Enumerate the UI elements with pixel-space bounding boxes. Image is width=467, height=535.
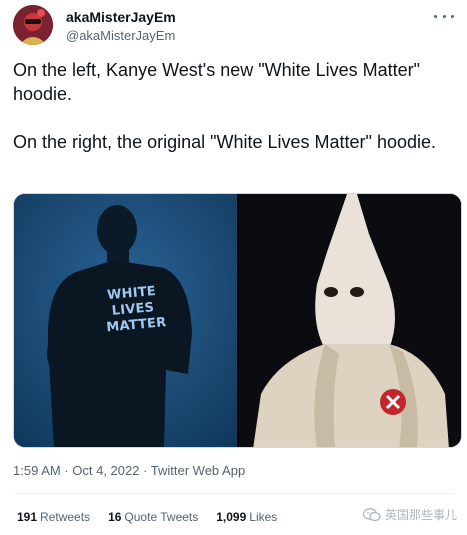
likes-label: Likes <box>249 510 278 524</box>
display-name[interactable]: akaMisterJayEm <box>66 8 176 26</box>
tweet-paragraph: On the right, the original "White Lives … <box>13 132 436 152</box>
more-options-icon[interactable] <box>434 11 454 21</box>
quote-tweets-count: 16 <box>108 510 122 524</box>
media-image-right[interactable] <box>239 194 461 447</box>
watermark: 英国那些事儿 <box>362 506 457 523</box>
avatar[interactable] <box>13 5 53 45</box>
watermark-text: 英国那些事儿 <box>384 508 457 522</box>
quote-tweets-stat[interactable]: 16 Quote Tweets <box>108 509 198 525</box>
tweet-paragraph: On the left, Kanye West's new "White Liv… <box>13 60 421 104</box>
avatar-image <box>13 5 53 45</box>
quote-tweets-label: Quote Tweets <box>124 510 199 524</box>
robe-photo-icon <box>239 194 461 447</box>
likes-stat[interactable]: 1,099 Likes <box>216 509 277 525</box>
divider <box>13 493 454 494</box>
wechat-icon <box>362 507 381 521</box>
media-grid: WHITE LIVES MATTER <box>13 193 462 448</box>
media-image-left[interactable]: WHITE LIVES MATTER <box>14 194 237 447</box>
retweets-stat[interactable]: 191 Retweets <box>17 509 90 525</box>
user-handle[interactable]: @akaMisterJayEm <box>66 27 176 44</box>
tweet-timestamp[interactable]: 1:59 AM · Oct 4, 2022 · Twitter Web App <box>13 462 245 480</box>
tweet-stats: 191 Retweets 16 Quote Tweets 1,099 Likes <box>17 509 295 525</box>
likes-count: 1,099 <box>216 510 247 524</box>
retweets-label: Retweets <box>40 510 91 524</box>
tweet-text: On the left, Kanye West's new "White Liv… <box>13 58 453 154</box>
tweet-header: akaMisterJayEm @akaMisterJayEm <box>13 5 454 45</box>
retweets-count: 191 <box>17 510 38 524</box>
hoodie-print: WHITE LIVES MATTER <box>103 284 167 337</box>
author-names: akaMisterJayEm @akaMisterJayEm <box>66 8 176 44</box>
